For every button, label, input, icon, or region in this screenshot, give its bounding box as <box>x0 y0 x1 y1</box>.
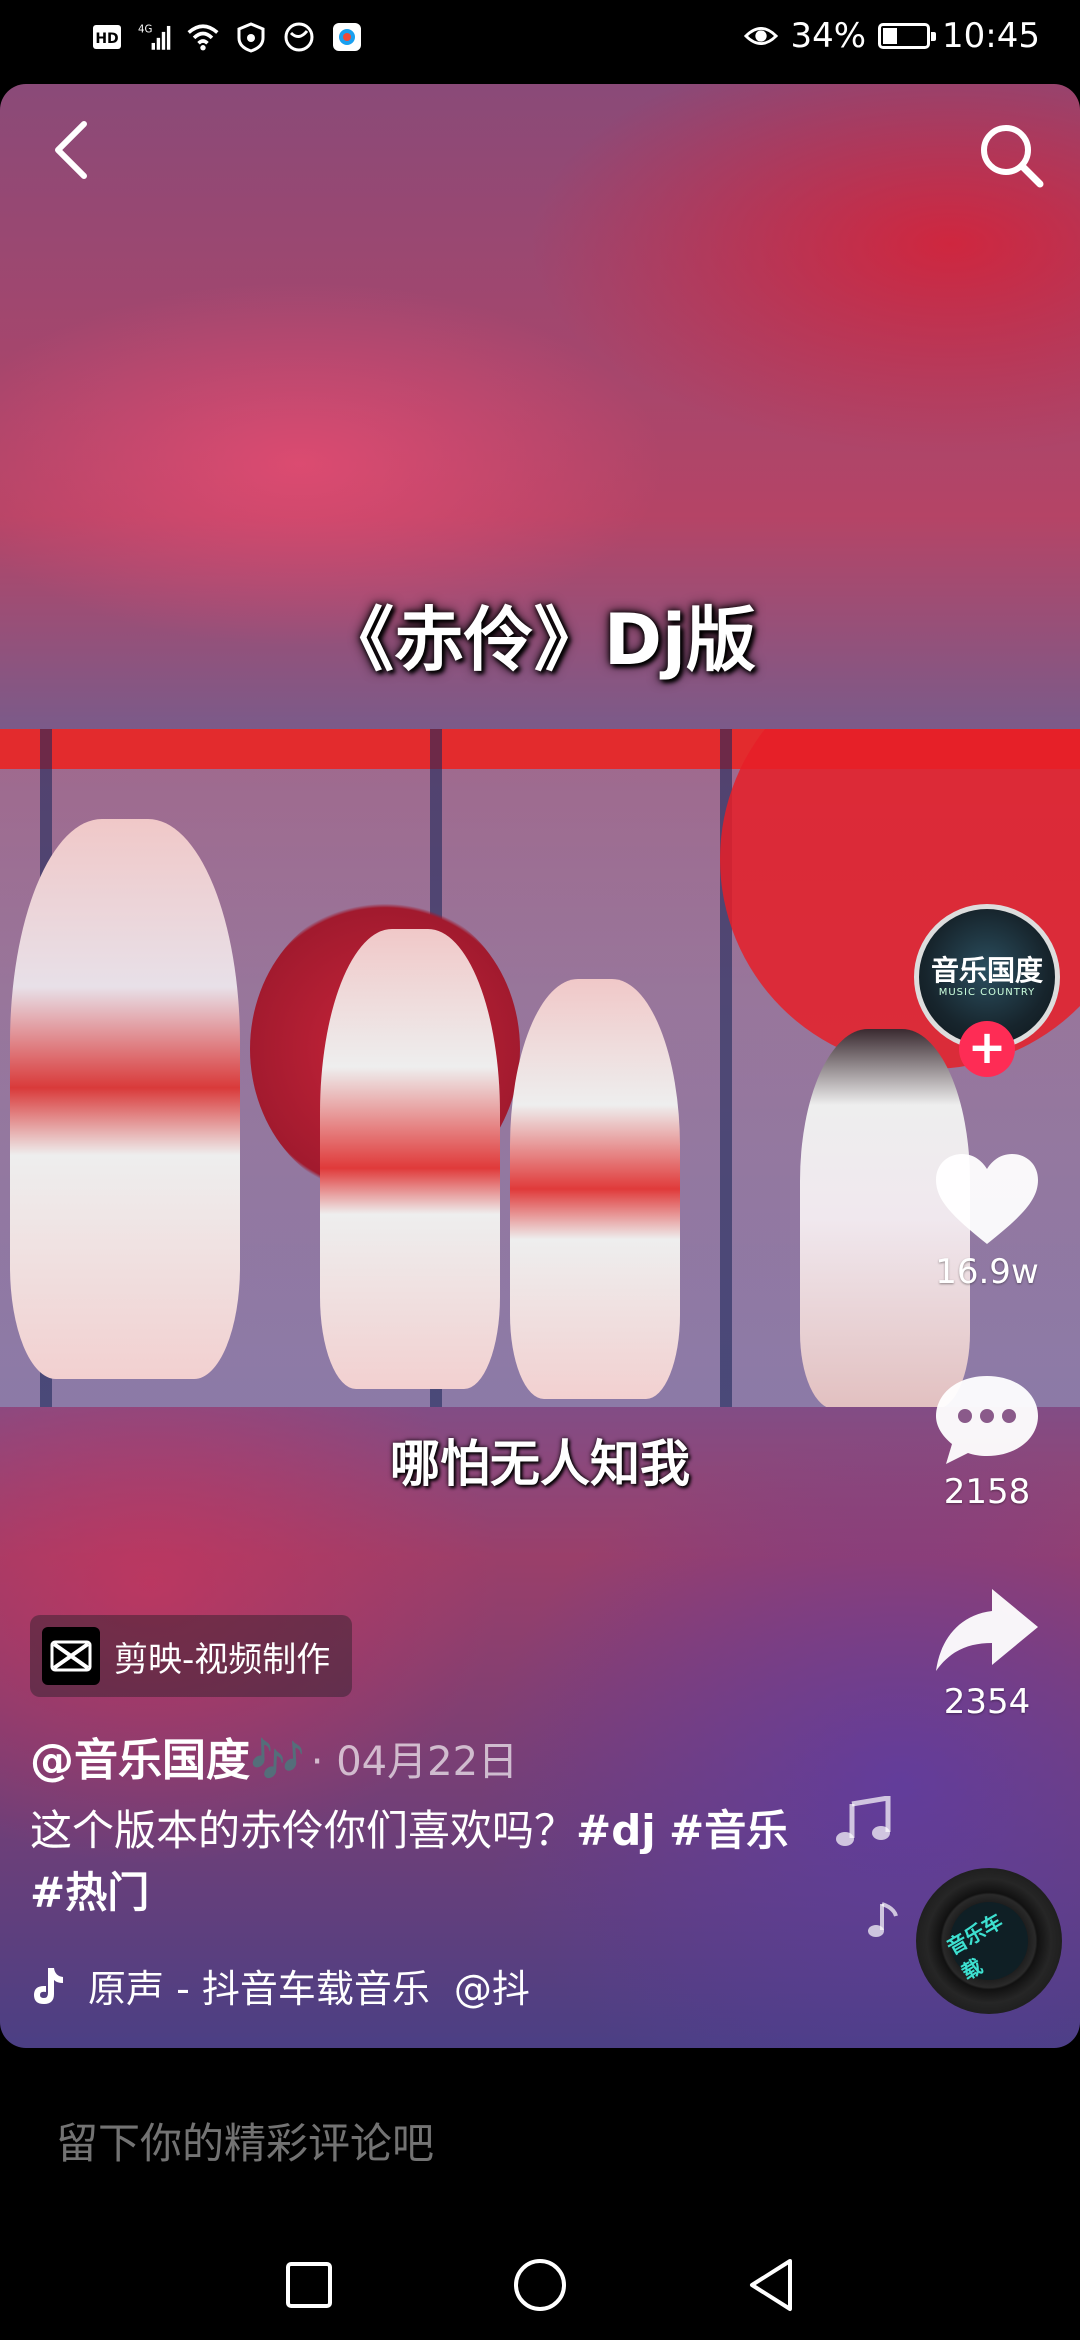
svg-text:HD: HD <box>95 31 118 47</box>
comment-bubble-icon <box>932 1370 1042 1470</box>
music-note-icon <box>836 1796 891 1846</box>
music-title: 原声 - 抖音车载音乐 <box>88 1967 430 2011</box>
disc-label: 音乐车载 <box>935 1887 1043 1995</box>
status-left-icons: HD 4G <box>90 20 364 54</box>
app-icon <box>330 20 364 54</box>
back-nav-button[interactable] <box>736 2250 806 2320</box>
app-tag[interactable]: 剪映-视频制作 <box>30 1615 353 1697</box>
video-frame <box>0 729 1080 1407</box>
circle-icon <box>514 2259 566 2311</box>
triangle-back-icon <box>750 2259 792 2311</box>
back-button[interactable] <box>40 110 100 190</box>
home-button[interactable] <box>505 2250 575 2320</box>
music-note-icon <box>868 1902 898 1937</box>
avatar-subtext: MUSIC COUNTRY <box>938 986 1036 998</box>
music-author: @抖 <box>453 1967 530 2011</box>
video-caption: 这个版本的赤伶你们喜欢吗？#dj #音乐 #热门 <box>30 1800 790 1924</box>
comment-button[interactable]: 2158 <box>912 1370 1062 1512</box>
capcut-icon <box>42 1627 100 1685</box>
hashtag[interactable]: #音乐 <box>669 1806 788 1855</box>
browser-icon <box>282 20 316 54</box>
dancer <box>510 979 680 1399</box>
dancer <box>320 929 500 1389</box>
vpn-icon <box>234 20 268 54</box>
share-button[interactable]: 2354 <box>912 1580 1062 1722</box>
battery-icon <box>878 23 937 49</box>
eye-icon <box>744 19 779 53</box>
comment-input[interactable]: 留下你的精彩评论吧 <box>56 2110 434 2171</box>
share-arrow-icon <box>932 1580 1042 1680</box>
tiktok-note-icon <box>34 1967 63 2004</box>
video-title-overlay: 《赤伶》Dj版 <box>323 599 757 681</box>
author-row: @音乐国度🎶 · 04月22日 <box>30 1724 518 1788</box>
heart-icon <box>932 1150 1042 1250</box>
like-button[interactable]: 16.9w <box>912 1150 1062 1292</box>
dancer <box>10 819 240 1379</box>
system-nav-bar <box>0 2228 1080 2340</box>
svg-text:4G: 4G <box>138 25 152 36</box>
search-icon <box>981 125 1044 188</box>
author-name[interactable]: @音乐国度🎶 <box>30 1724 305 1788</box>
chevron-left-icon <box>55 121 87 179</box>
battery-percent: 34% <box>790 16 867 56</box>
app-tag-label: 剪映-视频制作 <box>114 1639 331 1680</box>
music-row[interactable]: 原声 - 抖音车载音乐 @抖 <box>30 1958 530 2013</box>
square-icon <box>286 2262 332 2308</box>
avatar-text: 音乐国度 <box>930 954 1043 988</box>
share-count: 2354 <box>943 1682 1031 1722</box>
4g-signal-icon: 4G <box>138 20 172 54</box>
hashtag[interactable]: #热门 <box>30 1868 149 1917</box>
comment-bar[interactable]: 留下你的精彩评论吧 <box>0 2048 1080 2228</box>
wifi-icon <box>186 20 220 54</box>
caption-text: 这个版本的赤伶你们喜欢吗？ <box>30 1806 577 1855</box>
clock: 10:45 <box>942 16 1040 56</box>
comment-count: 2158 <box>943 1472 1031 1512</box>
search-button[interactable] <box>966 110 1056 200</box>
recents-button[interactable] <box>274 2250 344 2320</box>
status-right: 34% 10:45 <box>744 16 1040 56</box>
follow-button[interactable]: + <box>959 1021 1015 1077</box>
hashtag[interactable]: #dj <box>576 1806 656 1855</box>
music-disc[interactable]: 音乐车载 <box>916 1868 1062 2014</box>
status-bar: HD 4G 34% 10:45 <box>0 0 1080 84</box>
post-date: · 04月22日 <box>310 1739 519 1785</box>
like-count: 16.9w <box>935 1252 1039 1292</box>
hd-icon: HD <box>90 20 124 54</box>
battery-fill <box>883 28 898 44</box>
